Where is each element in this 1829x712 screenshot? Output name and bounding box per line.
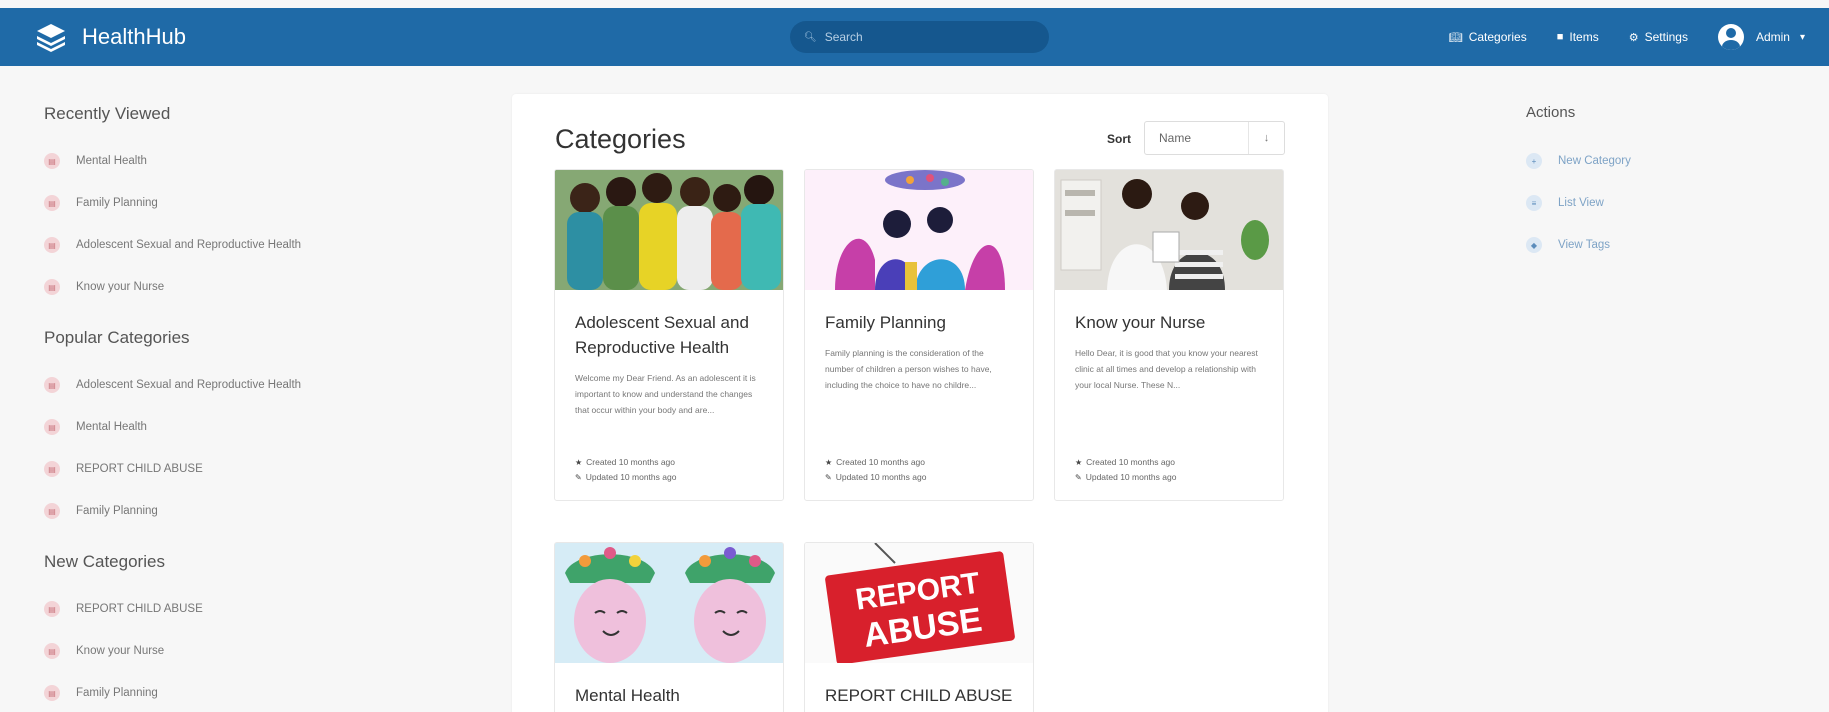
list-item[interactable]: ▤ Adolescent Sexual and Reproductive Heal… bbox=[44, 224, 404, 266]
category-icon: ▤ bbox=[44, 419, 60, 435]
card-meta: ★ Created 10 months ago ✎ Updated 10 month… bbox=[575, 457, 677, 482]
top-navbar: HealthHub 🔍︎ 📖︎ Categories ■ Items ⚙ Set… bbox=[0, 8, 1829, 66]
nav-settings-label: Settings bbox=[1644, 30, 1688, 44]
tag-icon: ◆ bbox=[1526, 237, 1542, 253]
search-icon: 🔍︎ bbox=[804, 31, 817, 43]
new-categories-heading: New Categories bbox=[44, 552, 165, 571]
category-icon: ▤ bbox=[44, 279, 60, 295]
category-icon: ▤ bbox=[44, 685, 60, 701]
mental-health-illustration bbox=[555, 543, 783, 663]
report-abuse-sign-icon: REPORT ABUSE bbox=[805, 543, 1033, 663]
card-description: Welcome my Dear Friend. As an adolescent… bbox=[575, 373, 756, 415]
card-title: Know your Nurse bbox=[1075, 313, 1206, 332]
nurse-photo-icon bbox=[1055, 170, 1283, 290]
popular-categories-list: ▤ Adolescent Sexual and Reproductive Heal… bbox=[44, 364, 404, 532]
category-icon: ▤ bbox=[44, 503, 60, 519]
card-description: Family planning is the consideration of … bbox=[825, 348, 992, 390]
nav-categories-label: Categories bbox=[1468, 30, 1527, 44]
category-icon: ▤ bbox=[44, 237, 60, 253]
file-icon: ■ bbox=[1556, 31, 1564, 43]
list-item[interactable]: ▤ Adolescent Sexual and Reproductive Heal… bbox=[44, 364, 404, 406]
user-name: Admin bbox=[1755, 30, 1790, 44]
category-card[interactable]: Family Planning Family planning is the c… bbox=[804, 169, 1034, 501]
category-icon: ▤ bbox=[44, 195, 60, 211]
group-of-teens-photo bbox=[555, 170, 783, 290]
couple-illustration-icon bbox=[805, 170, 1033, 290]
list-item[interactable]: ▤ REPORT CHILD ABUSE bbox=[44, 588, 404, 630]
star-icon: ★ bbox=[825, 458, 833, 467]
gear-icon: ⚙ bbox=[1628, 31, 1639, 44]
card-description: Hello Dear, it is good that you know you… bbox=[1075, 348, 1258, 390]
list-view-action[interactable]: ≡ List View bbox=[1526, 182, 1786, 224]
layers-logo-icon bbox=[37, 24, 65, 52]
list-item[interactable]: ▤ Mental Health bbox=[44, 406, 404, 448]
card-title: Adolescent Sexual and Reproductive Healt… bbox=[575, 313, 749, 357]
sort-label: Sort bbox=[1107, 132, 1131, 146]
category-icon: ▤ bbox=[44, 153, 60, 169]
list-item[interactable]: ▤ Mental Health bbox=[44, 140, 404, 182]
nav-items-label: Items bbox=[1569, 30, 1599, 44]
brand[interactable]: HealthHub bbox=[34, 8, 186, 66]
card-meta: ★ Created 10 months ago ✎ Updated 10 month… bbox=[825, 457, 927, 482]
search-box[interactable]: 🔍︎ bbox=[790, 21, 1049, 53]
card-title: Family Planning bbox=[825, 313, 946, 332]
recently-viewed-heading: Recently Viewed bbox=[44, 104, 171, 123]
user-avatar-icon bbox=[1717, 24, 1744, 50]
list-item[interactable]: ▤ Family Planning bbox=[44, 182, 404, 224]
category-icon: ▤ bbox=[44, 377, 60, 393]
pencil-icon: ✎ bbox=[575, 473, 582, 482]
list-item[interactable]: ▤ REPORT CHILD ABUSE bbox=[44, 448, 404, 490]
nav-items[interactable]: ■ Items bbox=[1557, 30, 1599, 44]
list-item[interactable]: ▤ Know your Nurse bbox=[44, 630, 404, 672]
search-input[interactable] bbox=[824, 30, 1025, 44]
category-card[interactable]: REPORT ABUSE REPORT CHILD ABUSE bbox=[804, 542, 1034, 712]
new-category-action[interactable]: + New Category bbox=[1526, 140, 1786, 182]
view-tags-action[interactable]: ◆ View Tags bbox=[1526, 224, 1786, 266]
mental-health-illustration-icon bbox=[555, 543, 783, 663]
teens-illustration-icon bbox=[555, 170, 783, 290]
nav-categories[interactable]: 📖︎ Categories bbox=[1449, 30, 1527, 44]
sort-select[interactable]: Name ↓ bbox=[1144, 121, 1285, 155]
actions-panel: Actions + New Category ≡ List View ◆ Vie… bbox=[1526, 104, 1786, 266]
user-menu[interactable]: Admin ▾ bbox=[1717, 24, 1805, 50]
list-icon: ≡ bbox=[1526, 195, 1542, 211]
card-meta: ★ Created 10 months ago ✎ Updated 10 month… bbox=[1075, 457, 1177, 482]
sort-direction-button[interactable]: ↓ bbox=[1248, 122, 1284, 154]
card-title: REPORT CHILD ABUSE bbox=[825, 686, 1013, 705]
categories-panel: Categories Sort Name ↓ Adolescent Sexual… bbox=[512, 94, 1328, 712]
couple-illustration bbox=[805, 170, 1033, 290]
popular-categories-heading: Popular Categories bbox=[44, 328, 190, 347]
nurse-photo bbox=[1055, 170, 1283, 290]
category-card[interactable]: Mental Health bbox=[554, 542, 784, 712]
list-item[interactable]: ▤ Know your Nurse bbox=[44, 266, 404, 308]
plus-icon: + bbox=[1526, 153, 1542, 169]
recently-viewed-list: ▤ Mental Health ▤ Family Planning ▤ Adolesc… bbox=[44, 140, 404, 308]
category-icon: ▤ bbox=[44, 461, 60, 477]
caret-down-icon: ▾ bbox=[1799, 31, 1805, 43]
list-item[interactable]: ▤ Family Planning bbox=[44, 672, 404, 712]
list-item[interactable]: ▤ Family Planning bbox=[44, 490, 404, 532]
actions-heading: Actions bbox=[1526, 104, 1576, 121]
sort-value: Name bbox=[1159, 131, 1192, 145]
star-icon: ★ bbox=[1075, 458, 1083, 467]
category-card[interactable]: Adolescent Sexual and Reproductive Healt… bbox=[554, 169, 784, 501]
report-abuse-sign: REPORT ABUSE bbox=[805, 543, 1033, 663]
category-icon: ▤ bbox=[44, 643, 60, 659]
left-sidebar: Recently Viewed ▤ Mental Health ▤ Family P… bbox=[44, 104, 404, 712]
new-categories-list: ▤ REPORT CHILD ABUSE ▤ Know your Nurse ▤ Fa… bbox=[44, 588, 404, 712]
nav-settings[interactable]: ⚙ Settings bbox=[1629, 30, 1688, 44]
book-icon: 📖︎ bbox=[1448, 31, 1463, 44]
card-title: Mental Health bbox=[575, 686, 680, 705]
star-icon: ★ bbox=[575, 458, 583, 467]
page-title: Categories bbox=[555, 124, 686, 154]
category-card[interactable]: Know your Nurse Hello Dear, it is good t… bbox=[1054, 169, 1284, 501]
pencil-icon: ✎ bbox=[825, 473, 832, 482]
category-icon: ▤ bbox=[44, 601, 60, 617]
pencil-icon: ✎ bbox=[1075, 473, 1082, 482]
top-nav: 📖︎ Categories ■ Items ⚙ Settings Admin ▾ bbox=[1449, 8, 1805, 66]
brand-name: HealthHub bbox=[82, 24, 186, 49]
